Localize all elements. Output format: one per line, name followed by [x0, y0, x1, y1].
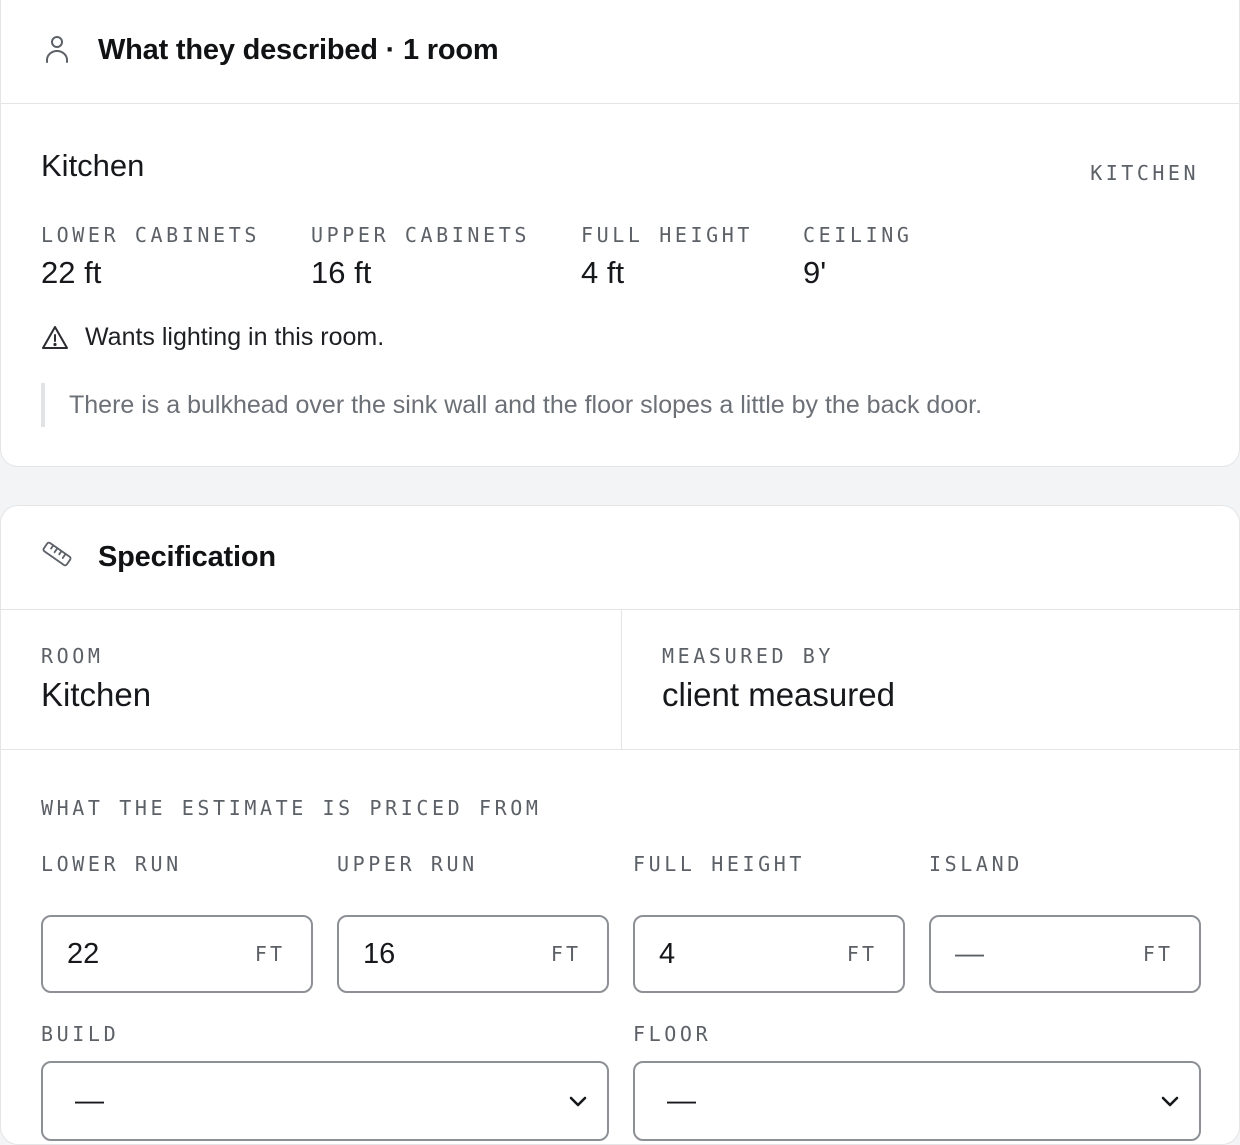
- warning-triangle-icon: [42, 325, 68, 349]
- chevron-down-icon: [1161, 1096, 1179, 1107]
- lower-run-label: LOWER RUN: [41, 852, 182, 876]
- spec-header: Specification: [1, 506, 1239, 610]
- build-select-value: —: [75, 1084, 104, 1117]
- upper-run-input[interactable]: [363, 937, 513, 971]
- full-height-label: FULL HEIGHT: [633, 852, 806, 876]
- metric-ceiling: CEILING 9': [803, 223, 913, 291]
- island-field[interactable]: FT: [929, 915, 1201, 993]
- metric-label: CEILING: [803, 223, 913, 247]
- lighting-notice: Wants lighting in this room.: [41, 323, 384, 352]
- unit-label: FT: [550, 942, 581, 966]
- ruler-icon: [42, 541, 72, 567]
- island-label: ISLAND: [929, 852, 1023, 876]
- chevron-down-icon: [569, 1096, 587, 1107]
- person-icon: [46, 36, 68, 63]
- metric-label: LOWER CABINETS: [41, 223, 260, 247]
- described-header: What they described · 1 room: [1, 0, 1239, 104]
- spec-title: Specification: [98, 541, 276, 573]
- full-height-field[interactable]: FT: [633, 915, 905, 993]
- client-note: There is a bulkhead over the sink wall a…: [41, 383, 1191, 427]
- island-input[interactable]: [955, 937, 1105, 971]
- unit-label: FT: [1142, 942, 1173, 966]
- room-name: Kitchen: [41, 148, 145, 183]
- spec-summary: ROOM Kitchen MEASURED BY client measured: [1, 610, 1239, 750]
- described-card: What they described · 1 room Kitchen KIT…: [0, 0, 1240, 467]
- metric-value: 4 ft: [581, 255, 625, 290]
- unit-label: FT: [846, 942, 877, 966]
- specification-card: Specification ROOM Kitchen MEASURED BY c…: [0, 505, 1240, 1145]
- spec-room-value: Kitchen: [41, 676, 152, 713]
- column-divider: [621, 610, 622, 749]
- metric-full-height: FULL HEIGHT 4 ft: [581, 223, 753, 291]
- full-height-input[interactable]: [659, 937, 809, 971]
- metric-value: 16 ft: [311, 255, 372, 290]
- lower-run-input[interactable]: [67, 937, 217, 971]
- metric-label: UPPER CABINETS: [311, 223, 530, 247]
- unit-label: FT: [254, 942, 285, 966]
- spec-measured-by: MEASURED BY client measured: [662, 644, 895, 714]
- room-type-tag: KITCHEN: [1090, 161, 1199, 185]
- metric-value: 9': [803, 255, 827, 290]
- described-title: What they described · 1 room: [98, 34, 499, 66]
- metric-value: 22 ft: [41, 255, 102, 290]
- metric-lower-cabinets: LOWER CABINETS 22 ft: [41, 223, 260, 291]
- floor-select[interactable]: —: [633, 1061, 1201, 1141]
- metric-label: FULL HEIGHT: [581, 223, 754, 247]
- metric-upper-cabinets: UPPER CABINETS 16 ft: [311, 223, 530, 291]
- build-select[interactable]: —: [41, 1061, 609, 1141]
- upper-run-field[interactable]: FT: [337, 915, 609, 993]
- build-label: BUILD: [41, 1022, 120, 1046]
- floor-label: FLOOR: [633, 1022, 712, 1046]
- notice-text: Wants lighting in this room.: [85, 323, 385, 351]
- floor-select-value: —: [667, 1084, 696, 1117]
- measured-by-value: client measured: [662, 676, 895, 713]
- measured-by-label: MEASURED BY: [662, 644, 835, 668]
- priced-from-heading: WHAT THE ESTIMATE IS PRICED FROM: [41, 796, 542, 820]
- lower-run-field[interactable]: FT: [41, 915, 313, 993]
- upper-run-label: UPPER RUN: [337, 852, 478, 876]
- spec-room-label: ROOM: [41, 644, 104, 668]
- spec-room: ROOM Kitchen: [41, 644, 151, 714]
